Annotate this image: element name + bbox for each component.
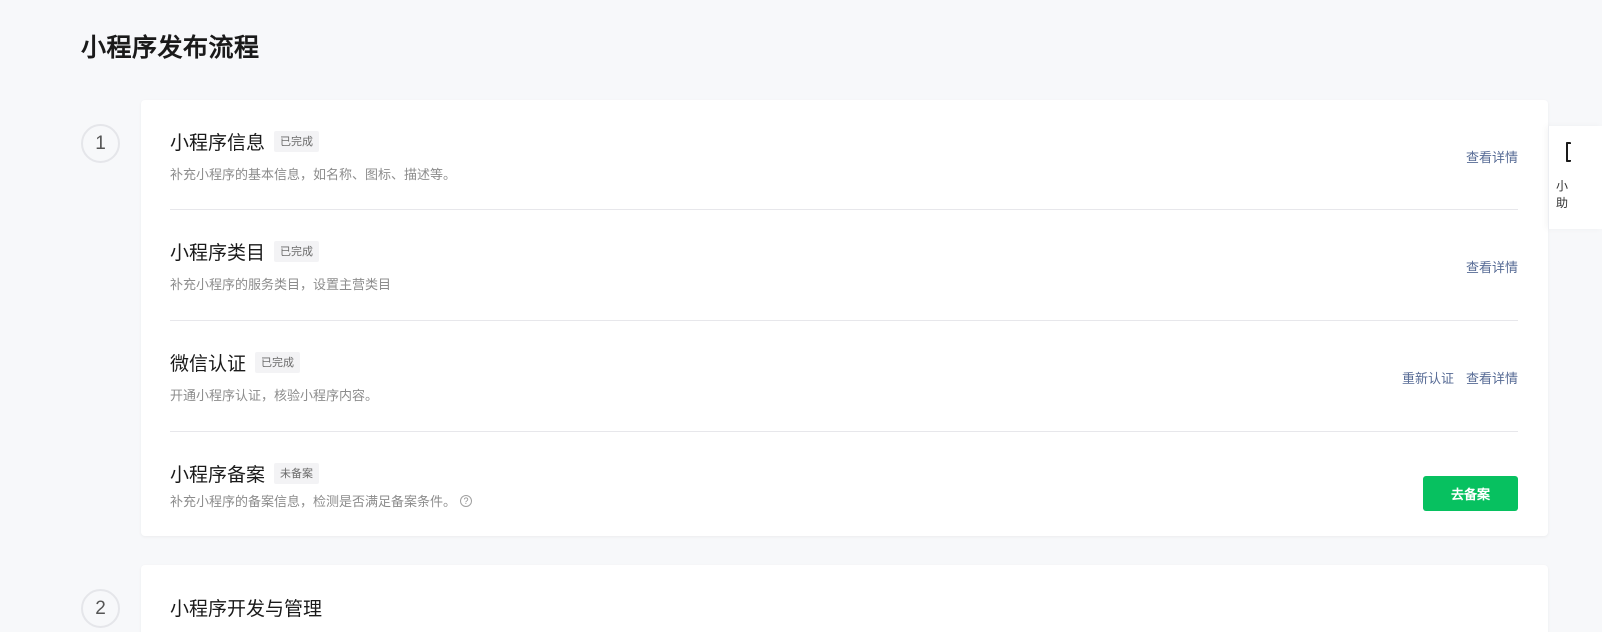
step-row-wechat-verification: 微信认证 已完成 开通小程序认证，核验小程序内容。 重新认证 查看详情 [170,321,1518,432]
row-description: 补充小程序的服务类目，设置主营类目 [170,278,392,293]
row-actions: 重新认证 查看详情 [1402,368,1518,387]
row-title-text: 小程序备案 [170,464,266,486]
row-description: 补充小程序的备案信息，检测是否满足备案条件。 ? [170,491,473,510]
status-badge: 已完成 [274,241,320,262]
step-row-miniprogram-filing: 小程序备案 未备案 补充小程序的备案信息，检测是否满足备案条件。 ? 去备案 [170,432,1518,536]
question-circle-icon[interactable]: ? [460,494,473,507]
bracket-icon [1566,142,1571,162]
status-badge: 已完成 [274,131,320,152]
step-1-card: 小程序信息 已完成 补充小程序的基本信息，如名称、图标、描述等。 查看详情 小程… [141,100,1548,536]
row-title-text: 小程序开发与管理 [170,598,323,620]
row-title: 微信认证 已完成 [170,349,301,376]
row-title: 小程序信息 已完成 [170,128,320,155]
status-badge: 已完成 [255,352,301,373]
status-badge: 未备案 [274,463,320,484]
page-title: 小程序发布流程 [81,33,260,62]
row-title: 小程序类目 已完成 [170,238,320,265]
floating-assistant-widget[interactable]: 小助 [1548,126,1602,229]
step-number-2: 2 [81,589,120,628]
step-number-1: 1 [81,124,120,163]
view-details-link[interactable]: 查看详情 [1466,147,1518,166]
row-title-text: 小程序类目 [170,242,266,264]
reverify-link[interactable]: 重新认证 [1402,368,1454,387]
row-title: 小程序开发与管理 [170,594,322,621]
row-title-text: 微信认证 [170,353,247,375]
row-actions: 查看详情 [1466,257,1518,276]
row-title-text: 小程序信息 [170,132,266,154]
row-description-text: 补充小程序的备案信息，检测是否满足备案条件。 [170,495,457,510]
row-description: 开通小程序认证，核验小程序内容。 [170,389,379,404]
step-row-miniprogram-category: 小程序类目 已完成 补充小程序的服务类目，设置主营类目 查看详情 [170,210,1518,321]
step-row-miniprogram-info: 小程序信息 已完成 补充小程序的基本信息，如名称、图标、描述等。 查看详情 [170,100,1518,210]
view-details-link[interactable]: 查看详情 [1466,257,1518,276]
assistant-label: 小助 [1556,179,1569,210]
step-2-card: 小程序开发与管理 [141,565,1548,632]
view-details-link[interactable]: 查看详情 [1466,368,1518,387]
go-filing-button[interactable]: 去备案 [1423,476,1518,511]
row-title: 小程序备案 未备案 [170,460,320,487]
row-actions: 查看详情 [1466,147,1518,166]
row-description: 补充小程序的基本信息，如名称、图标、描述等。 [170,168,457,183]
